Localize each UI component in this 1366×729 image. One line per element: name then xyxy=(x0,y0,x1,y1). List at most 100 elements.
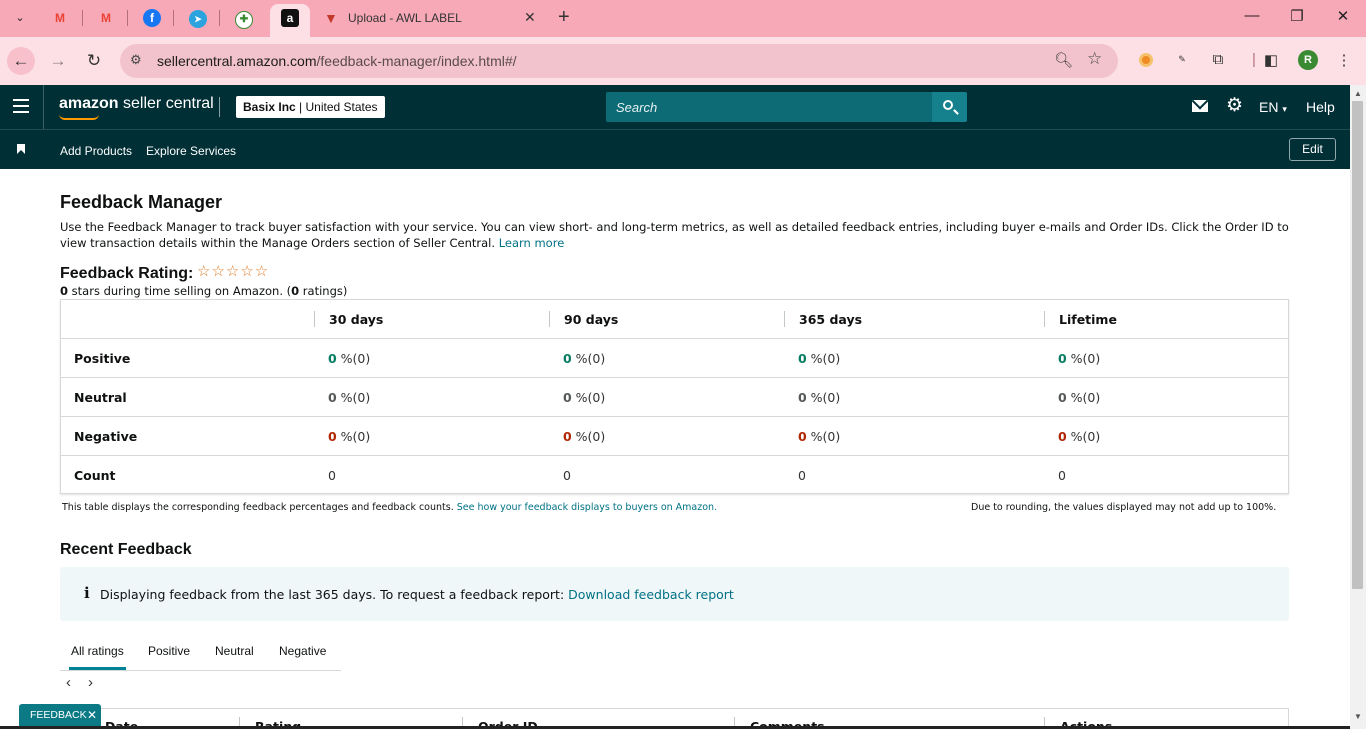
table-cell: 0 %(0) xyxy=(563,351,606,366)
table-cell: 0 %(0) xyxy=(328,351,371,366)
page-scrollbar[interactable]: ▲ ▼ xyxy=(1350,85,1366,729)
tab-negative[interactable]: Negative xyxy=(279,644,326,658)
table-row-negative: Negative 0 %(0) 0 %(0) 0 %(0) 0 %(0) xyxy=(61,417,1288,456)
feedback-widget-button[interactable]: FEEDBACK ✕ xyxy=(19,704,101,726)
browser-tab-bar: ⌄ M M f ➤ ✚ a ▼ Upload - AWL LABEL ✕ + —… xyxy=(0,0,1366,37)
scroll-down-icon[interactable]: ▼ xyxy=(1354,712,1362,721)
table-header-row: 30 days 90 days 365 days Lifetime xyxy=(61,300,1288,339)
new-tab-button[interactable]: + xyxy=(558,6,570,29)
zoom-icon[interactable]: 🔍︎ xyxy=(1054,51,1073,69)
download-report-link[interactable]: Download feedback report xyxy=(568,587,734,602)
table-note: This table displays the corresponding fe… xyxy=(62,502,718,513)
table-cell: 0 %(0) xyxy=(328,429,371,444)
browser-menu-icon[interactable]: ⋮ xyxy=(1334,51,1354,69)
extension-orange-icon[interactable] xyxy=(1139,53,1153,67)
account-switcher[interactable]: Basix Inc | United States xyxy=(236,96,385,118)
row-label: Positive xyxy=(74,351,131,366)
rounding-note: Due to rounding, the values displayed ma… xyxy=(971,502,1277,513)
chevron-left-icon[interactable]: ‹ xyxy=(66,674,71,691)
side-panel-icon[interactable]: ◧ xyxy=(1261,51,1281,69)
table-cell: 0 xyxy=(1058,468,1066,483)
tab-separator xyxy=(173,10,174,26)
buyer-display-link[interactable]: See how your feedback displays to buyers… xyxy=(457,502,717,513)
browser-tab-upload[interactable]: ▼ Upload - AWL LABEL ✕ xyxy=(316,0,550,37)
table-cell: 0 xyxy=(563,468,571,483)
restore-icon[interactable]: ❐ xyxy=(1285,7,1309,25)
hamburger-menu-icon[interactable] xyxy=(13,99,29,117)
row-label: Negative xyxy=(74,429,138,444)
extensions-puzzle-icon[interactable]: ⧉ xyxy=(1208,51,1228,68)
header-divider xyxy=(219,97,220,117)
column-header: 30 days xyxy=(329,312,384,327)
header-divider xyxy=(43,85,44,129)
minimize-icon[interactable]: — xyxy=(1240,7,1264,24)
scrollbar-thumb[interactable] xyxy=(1352,101,1363,589)
address-bar[interactable]: ⚙ sellercentral.amazon.com/feedback-mana… xyxy=(120,44,1118,78)
tab-separator xyxy=(219,10,220,26)
column-header: Lifetime xyxy=(1059,312,1117,327)
tab-close-icon[interactable]: ✕ xyxy=(524,9,536,26)
column-divider xyxy=(784,311,785,327)
seller-central-logo[interactable]: amazon seller central xyxy=(59,95,214,120)
mail-icon[interactable] xyxy=(1192,100,1208,112)
bookmark-star-icon[interactable]: ☆ xyxy=(1087,49,1102,69)
reload-icon[interactable]: ↻ xyxy=(80,47,108,75)
table-cell: 0 %(0) xyxy=(1058,390,1101,405)
table-cell: 0 %(0) xyxy=(1058,429,1101,444)
pinned-tab-telegram[interactable]: ➤ xyxy=(184,7,212,29)
search-icon xyxy=(943,100,953,110)
edit-nav-button[interactable]: Edit xyxy=(1289,138,1336,161)
info-alert: i Displaying feedback from the last 365 … xyxy=(60,567,1289,621)
table-cell: 0 xyxy=(798,468,806,483)
learn-more-link[interactable]: Learn more xyxy=(499,236,565,250)
url-text[interactable]: sellercentral.amazon.com/feedback-manage… xyxy=(157,53,517,69)
pinned-tab-gmail-1[interactable]: M xyxy=(46,7,74,29)
info-text: Displaying feedback from the last 365 da… xyxy=(100,587,734,602)
search-box xyxy=(606,92,932,122)
seller-central-header: amazon seller central Basix Inc | United… xyxy=(0,85,1366,129)
pinned-tab-facebook[interactable]: f xyxy=(138,7,166,29)
forward-icon[interactable]: → xyxy=(44,47,72,75)
star-rating-icons: ☆☆☆☆☆ xyxy=(197,263,270,280)
column-divider xyxy=(549,311,550,327)
pinned-tab-extension[interactable]: ✚ xyxy=(230,7,258,29)
telegram-icon: ➤ xyxy=(189,10,207,28)
table-cell: 0 %(0) xyxy=(798,351,841,366)
nav-add-products[interactable]: Add Products xyxy=(60,144,132,158)
gear-icon[interactable]: ⚙ xyxy=(1226,95,1243,117)
search-input[interactable] xyxy=(606,92,932,122)
table-row-neutral: Neutral 0 %(0) 0 %(0) 0 %(0) 0 %(0) xyxy=(61,378,1288,417)
tab-positive[interactable]: Positive xyxy=(148,644,190,658)
chevron-right-icon[interactable]: › xyxy=(88,674,93,691)
profile-avatar[interactable]: R xyxy=(1298,50,1318,70)
tab-all-ratings[interactable]: All ratings xyxy=(71,644,124,658)
site-settings-icon[interactable]: ⚙ xyxy=(130,52,142,68)
gmail-icon: M xyxy=(55,11,65,25)
feedback-rating-label: Feedback Rating: xyxy=(60,265,194,282)
tab-title: Upload - AWL LABEL xyxy=(348,11,462,25)
extension-logo-icon[interactable]: ✎ xyxy=(1172,54,1192,65)
help-link[interactable]: Help xyxy=(1306,99,1335,115)
table-cell: 0 %(0) xyxy=(563,390,606,405)
info-icon: i xyxy=(84,584,90,602)
column-header: 90 days xyxy=(564,312,619,327)
language-selector[interactable]: EN ▾ xyxy=(1259,99,1287,115)
bookmark-icon[interactable] xyxy=(17,144,25,154)
nav-explore-services[interactable]: Explore Services xyxy=(146,144,236,158)
active-tab-indicator xyxy=(69,667,126,670)
close-window-icon[interactable]: ✕ xyxy=(1331,7,1355,25)
recent-feedback-title: Recent Feedback xyxy=(60,541,192,558)
green-plus-icon: ✚ xyxy=(235,11,253,29)
tab-neutral[interactable]: Neutral xyxy=(215,644,254,658)
pinned-tab-gmail-2[interactable]: M xyxy=(92,7,120,29)
close-icon[interactable]: ✕ xyxy=(87,704,97,726)
rating-summary: 0 stars during time selling on Amazon. (… xyxy=(60,284,348,298)
search-button[interactable] xyxy=(932,92,967,122)
table-cell: 0 %(0) xyxy=(563,429,606,444)
seller-central-nav: Add Products Explore Services Edit xyxy=(0,129,1366,169)
page-description: Use the Feedback Manager to track buyer … xyxy=(60,220,1289,250)
tab-search-icon[interactable]: ⌄ xyxy=(8,7,32,29)
pinned-tab-amazon[interactable]: a xyxy=(270,4,310,37)
scroll-up-icon[interactable]: ▲ xyxy=(1354,89,1362,98)
back-icon[interactable]: ← xyxy=(7,47,35,75)
